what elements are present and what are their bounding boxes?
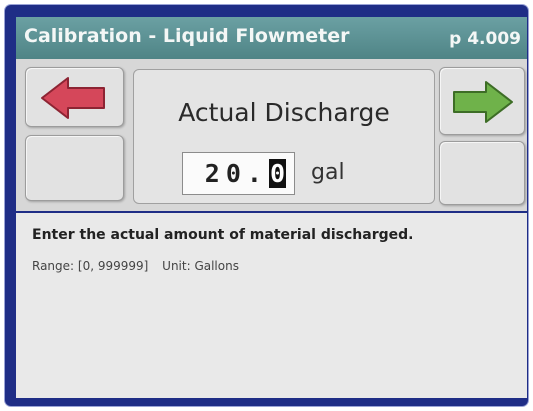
unit-text: Unit: Gallons [162,259,239,273]
back-button[interactable] [25,67,124,127]
device-frame: Calibration - Liquid Flowmeter p 4.009 A… [5,5,528,406]
cursor-digit: 0 [268,159,286,188]
value-entry-panel: Actual Discharge 20. 0 gal [133,69,435,204]
screen: Calibration - Liquid Flowmeter p 4.009 A… [16,17,527,398]
range-info: Range: [0, 999999] Unit: Gallons [32,259,249,273]
range-text: Range: [0, 999999] [32,259,149,273]
instruction-text: Enter the actual amount of material disc… [32,227,414,243]
next-button[interactable] [439,67,525,135]
right-soft-key[interactable] [439,141,525,205]
title-bar: Calibration - Liquid Flowmeter p 4.009 [16,17,527,59]
right-arrow-icon [453,81,513,123]
field-title: Actual Discharge [178,98,390,127]
unit-label: gal [311,160,345,185]
discharge-value-input[interactable]: 20. 0 [182,152,295,195]
value-digits: 20. [204,159,268,188]
page-title: Calibration - Liquid Flowmeter [24,25,350,47]
left-arrow-icon [41,77,105,119]
left-soft-key[interactable] [25,135,124,201]
page-number: p 4.009 [449,29,521,49]
help-panel: Enter the actual amount of material disc… [16,211,527,398]
